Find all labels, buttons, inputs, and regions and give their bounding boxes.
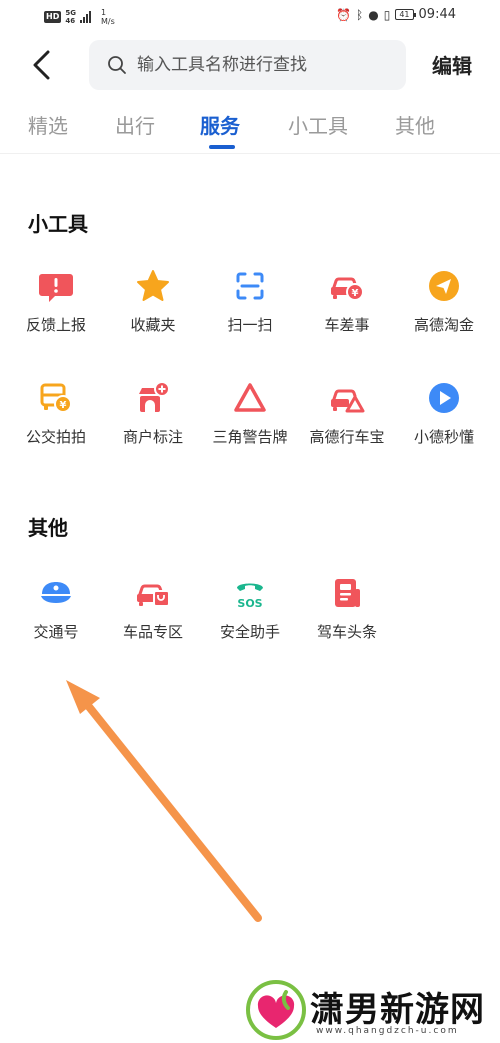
network-speed-unit: M/s (100, 17, 115, 26)
tab-service[interactable]: 服务 (200, 110, 240, 139)
watermark-url: www.qhangdzch-u.com (316, 1026, 459, 1036)
network-sub-label: 46 (65, 17, 76, 25)
annotation-arrow (66, 680, 262, 922)
star-icon (137, 270, 169, 301)
news-icon (335, 579, 360, 607)
tool-label: 商户标注 (122, 428, 183, 446)
search-input[interactable] (137, 55, 387, 75)
car-shop-icon (137, 584, 170, 607)
network-speed: 1 M/s (101, 8, 115, 26)
warning-triangle-icon (234, 383, 266, 412)
search-icon (108, 56, 126, 74)
tool-label: 扫一扫 (227, 316, 273, 334)
car-triangle-icon (331, 389, 365, 413)
active-tab-indicator (209, 145, 235, 149)
tool-label: 驾车头条 (316, 623, 377, 641)
shop-add-icon (139, 381, 170, 412)
tool-label: 高德行车宝 (309, 428, 385, 446)
feedback-report-icon (39, 274, 73, 302)
network-generation: 5G 46 (65, 9, 76, 25)
sos-phone-icon: SOS (237, 583, 263, 610)
svg-text:¥: ¥ (352, 288, 359, 299)
tool-car-products[interactable]: 车品专区 (103, 575, 203, 655)
chevron-left-icon (33, 50, 50, 80)
tool-label: 安全助手 (219, 623, 280, 641)
tool-label: 反馈上报 (25, 316, 86, 334)
tool-scan[interactable]: 扫一扫 (200, 268, 300, 348)
tab-other[interactable]: 其他 (395, 110, 435, 139)
status-time: 09:44 (418, 7, 456, 22)
back-button[interactable] (28, 50, 56, 80)
network-gen-label: 5G (65, 9, 76, 17)
tool-car-errand[interactable]: ¥ 车差事 (297, 268, 397, 348)
watermark-text: 潇男新游网 (310, 990, 485, 1030)
tool-label: 车品专区 (122, 623, 183, 641)
hd-badge: HD (44, 11, 62, 23)
tab-featured[interactable]: 精选 (28, 110, 68, 139)
alarm-icon: ⏰ (336, 7, 352, 22)
tab-tools[interactable]: 小工具 (288, 110, 348, 139)
status-bar-right: ⏰ ᛒ ● ▯ 41 09:44 (336, 7, 456, 22)
signal-icon (79, 11, 91, 23)
bluetooth-icon: ᛒ (356, 7, 364, 22)
tool-label: 高德淘金 (413, 316, 474, 334)
tool-quick-understand[interactable]: 小德秒懂 (394, 380, 494, 460)
svg-text:¥: ¥ (60, 400, 67, 411)
section-title-tools: 小工具 (28, 212, 88, 236)
bus-yen-icon: ¥ (40, 383, 72, 413)
scan-icon (236, 272, 264, 300)
battery-level: 41 (399, 10, 410, 19)
tool-label: 车差事 (324, 316, 370, 334)
status-bar: HD 5G 46 1 M/s ⏰ ᛒ ● ▯ 41 09:44 (0, 0, 500, 34)
header: 编辑 (0, 38, 500, 92)
edit-button[interactable]: 编辑 (432, 50, 472, 79)
svg-text:SOS: SOS (237, 597, 262, 610)
network-speed-value: 1 (100, 8, 107, 17)
watermark: 潇男新游网 www.qhangdzch-u.com (246, 980, 500, 1043)
tool-safety-assistant[interactable]: SOS 安全助手 (200, 575, 300, 655)
location-icon: ● (368, 7, 379, 22)
tool-label: 交通号 (33, 623, 79, 641)
status-bar-left: HD 5G 46 1 M/s (44, 8, 115, 26)
vibrate-icon: ▯ (383, 7, 391, 22)
police-cap-icon (41, 582, 71, 603)
search-box[interactable] (89, 40, 406, 90)
watermark-logo-icon (246, 980, 306, 1040)
car-yen-icon: ¥ (331, 277, 364, 301)
tool-label: 收藏夹 (130, 316, 176, 334)
tool-feedback-report[interactable]: 反馈上报 (6, 268, 106, 348)
tool-driving-news[interactable]: 驾车头条 (297, 575, 397, 655)
section-title-other: 其他 (28, 516, 68, 540)
tool-favorites[interactable]: 收藏夹 (103, 268, 203, 348)
tool-traffic-account[interactable]: 交通号 (6, 575, 106, 655)
play-icon (429, 383, 459, 413)
gold-send-icon (429, 271, 459, 301)
tool-merchant-mark[interactable]: 商户标注 (103, 380, 203, 460)
battery-icon: 41 (395, 9, 416, 20)
tool-label: 公交拍拍 (25, 428, 86, 446)
tab-travel[interactable]: 出行 (115, 110, 155, 139)
tool-driving-treasure[interactable]: 高德行车宝 (297, 380, 397, 460)
tool-warning-triangle[interactable]: 三角警告牌 (200, 380, 300, 460)
tool-label: 小德秒懂 (413, 428, 474, 446)
tool-label: 三角警告牌 (212, 428, 288, 446)
tool-gold-mining[interactable]: 高德淘金 (394, 268, 494, 348)
tab-bar: 精选 出行 服务 小工具 其他 (0, 106, 500, 154)
tool-bus-photo[interactable]: ¥ 公交拍拍 (6, 380, 106, 460)
